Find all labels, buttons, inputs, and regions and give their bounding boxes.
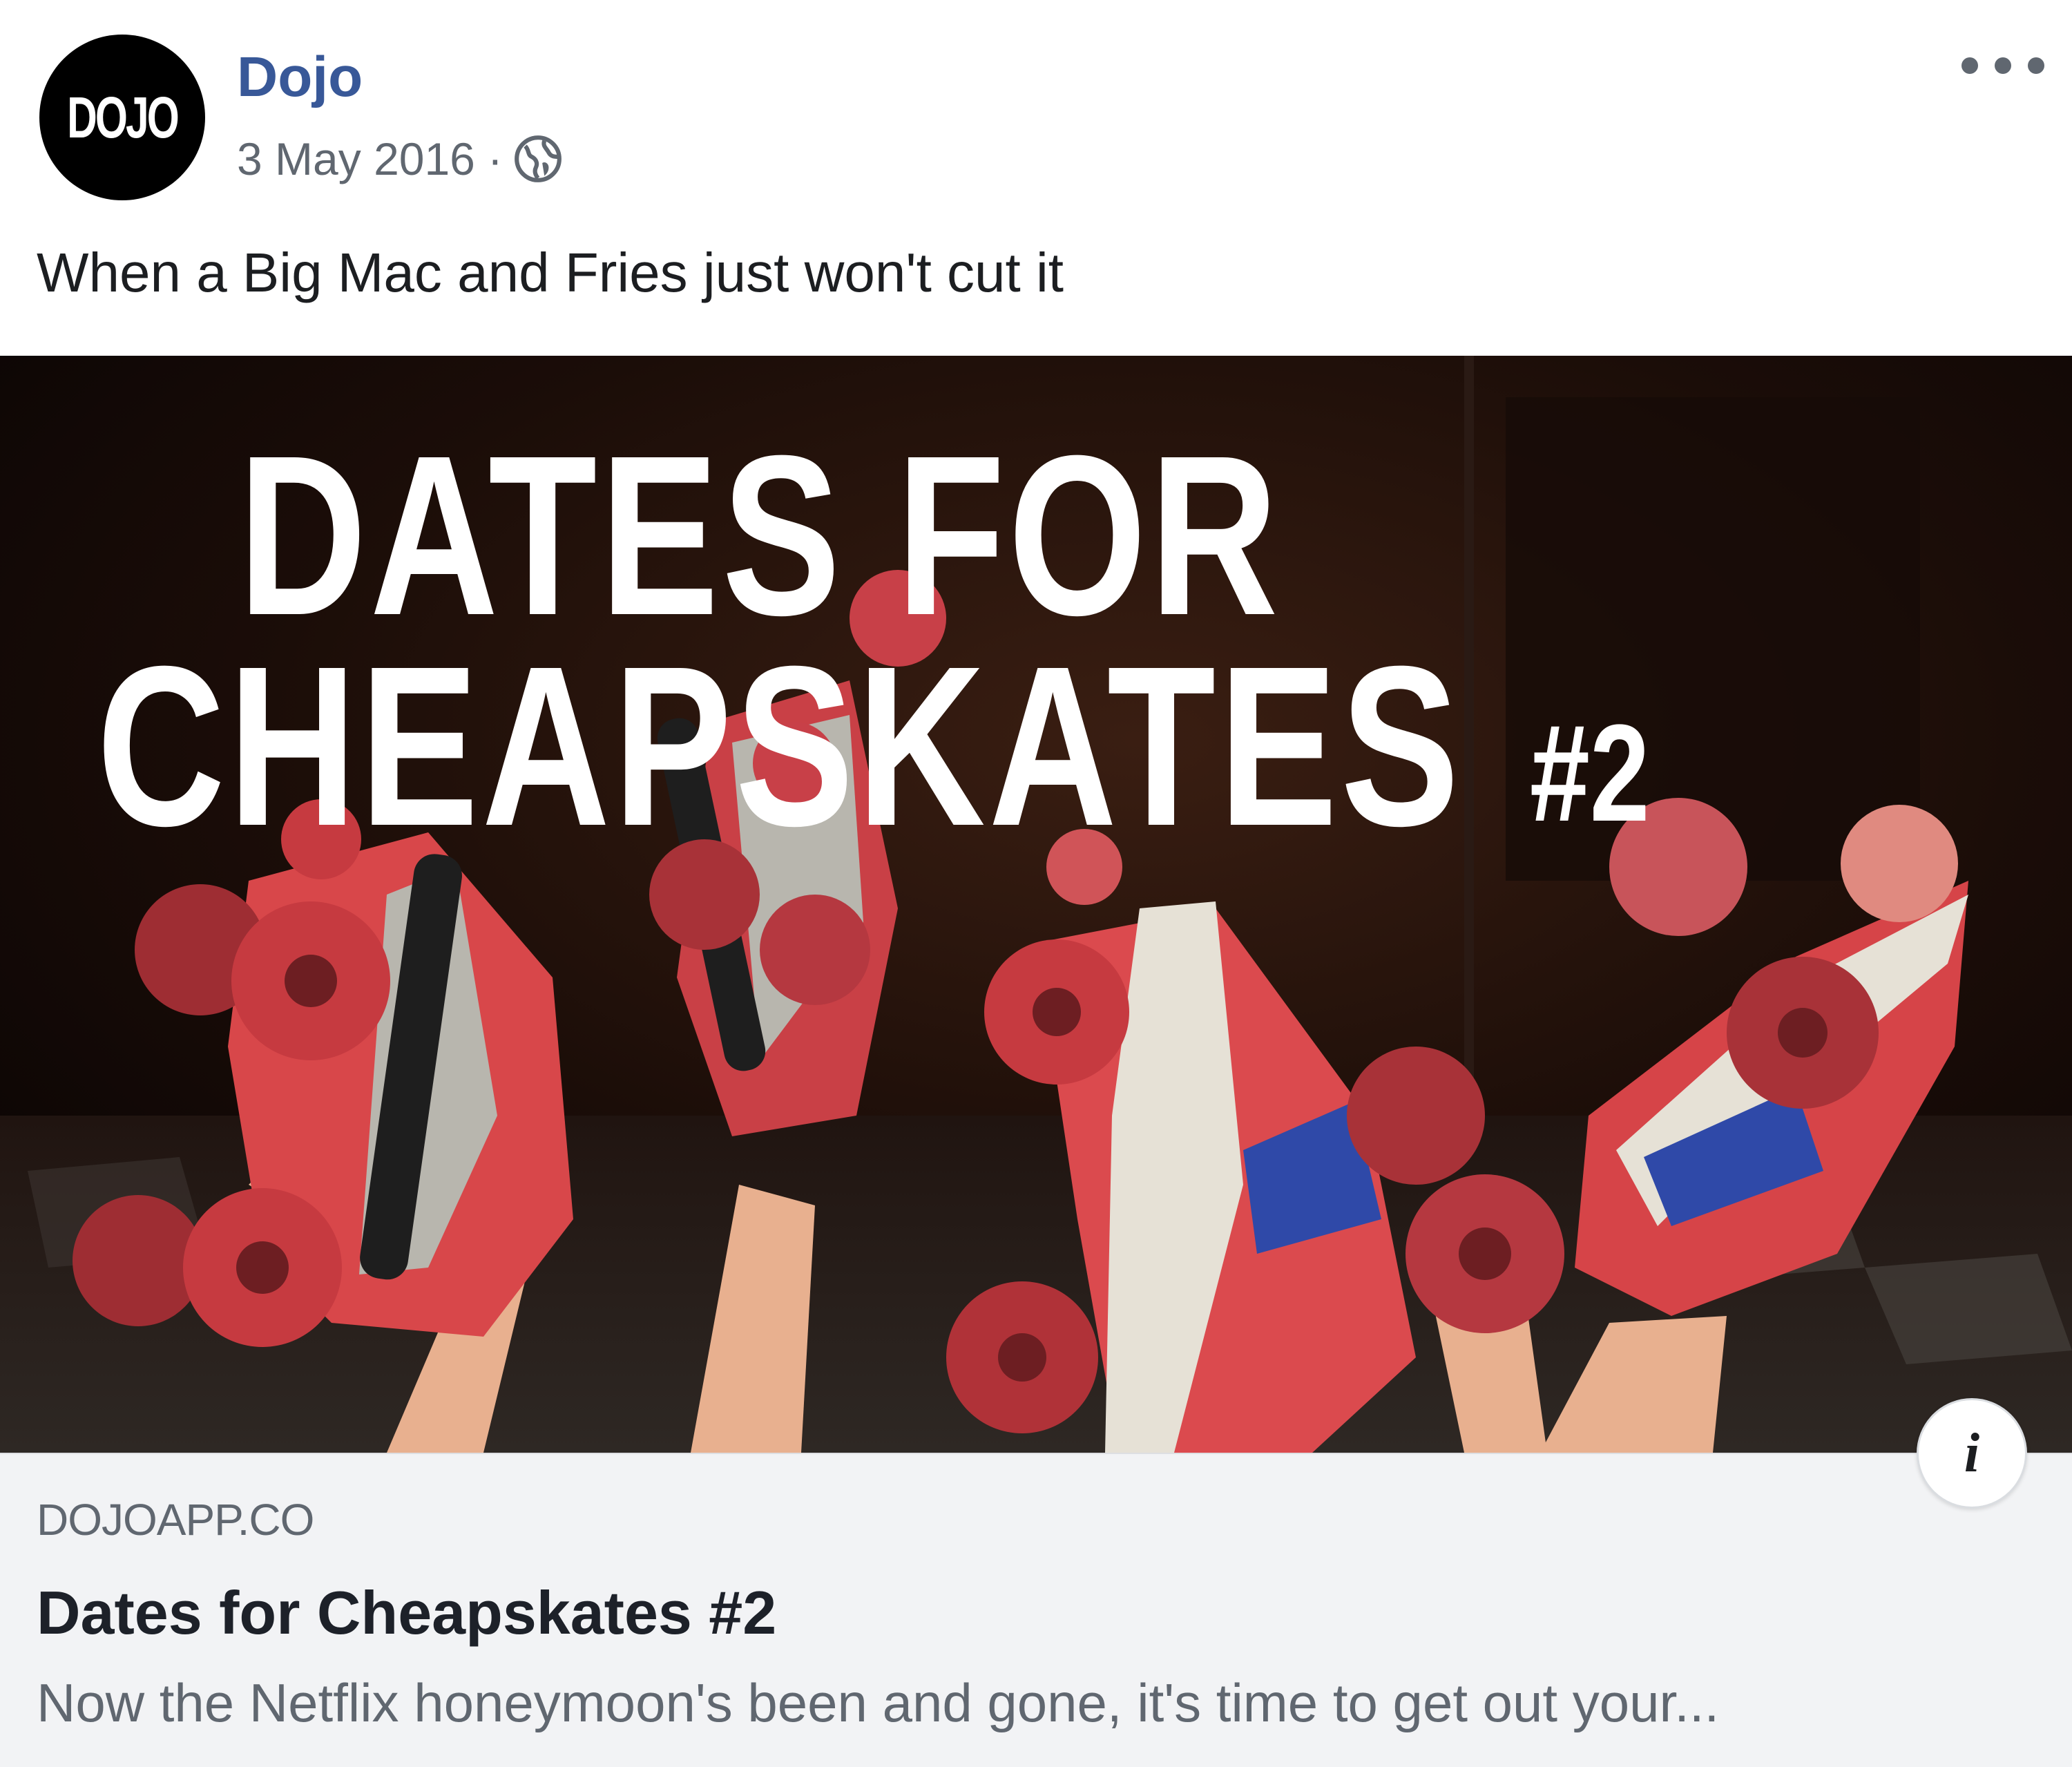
link-domain: DOJOAPP.CO xyxy=(37,1495,314,1545)
page-avatar[interactable]: DOJO xyxy=(39,35,205,200)
more-dot xyxy=(1995,57,2011,74)
more-options-icon[interactable] xyxy=(1961,41,2044,90)
avatar-logo-text: DOJO xyxy=(67,84,180,150)
link-description: Now the Netflix honeymoon's been and gon… xyxy=(37,1672,1720,1733)
facebook-post: DOJO Dojo 3 May 2016 · When a Big Mac an… xyxy=(0,0,2072,1767)
link-preview-image[interactable]: DATES FOR CHEAPSKATES #2 xyxy=(0,356,2072,1453)
link-title: Dates for Cheapskates #2 xyxy=(37,1578,777,1647)
headline-number: #2 xyxy=(1530,696,1650,850)
more-dot xyxy=(1961,57,1978,74)
headline-line-2: CHEAPSKATES xyxy=(97,618,1463,873)
globe-icon[interactable] xyxy=(512,133,564,184)
meta-separator: · xyxy=(487,133,503,184)
info-icon[interactable]: i xyxy=(1917,1398,2027,1509)
link-preview-card[interactable]: DOJOAPP.CO Dates for Cheapskates #2 Now … xyxy=(0,1453,2072,1767)
page-name-link[interactable]: Dojo xyxy=(237,43,363,112)
post-caption: When a Big Mac and Fries just won't cut … xyxy=(37,242,1064,303)
post-date[interactable]: 3 May 2016 xyxy=(237,133,475,185)
image-headline: DATES FOR CHEAPSKATES #2 xyxy=(0,356,2072,1453)
info-icon-glyph: i xyxy=(1964,1422,1980,1484)
more-dot xyxy=(2028,57,2044,74)
post-meta: 3 May 2016 · xyxy=(237,124,564,193)
headline-line-1: DATES FOR xyxy=(238,408,1282,662)
